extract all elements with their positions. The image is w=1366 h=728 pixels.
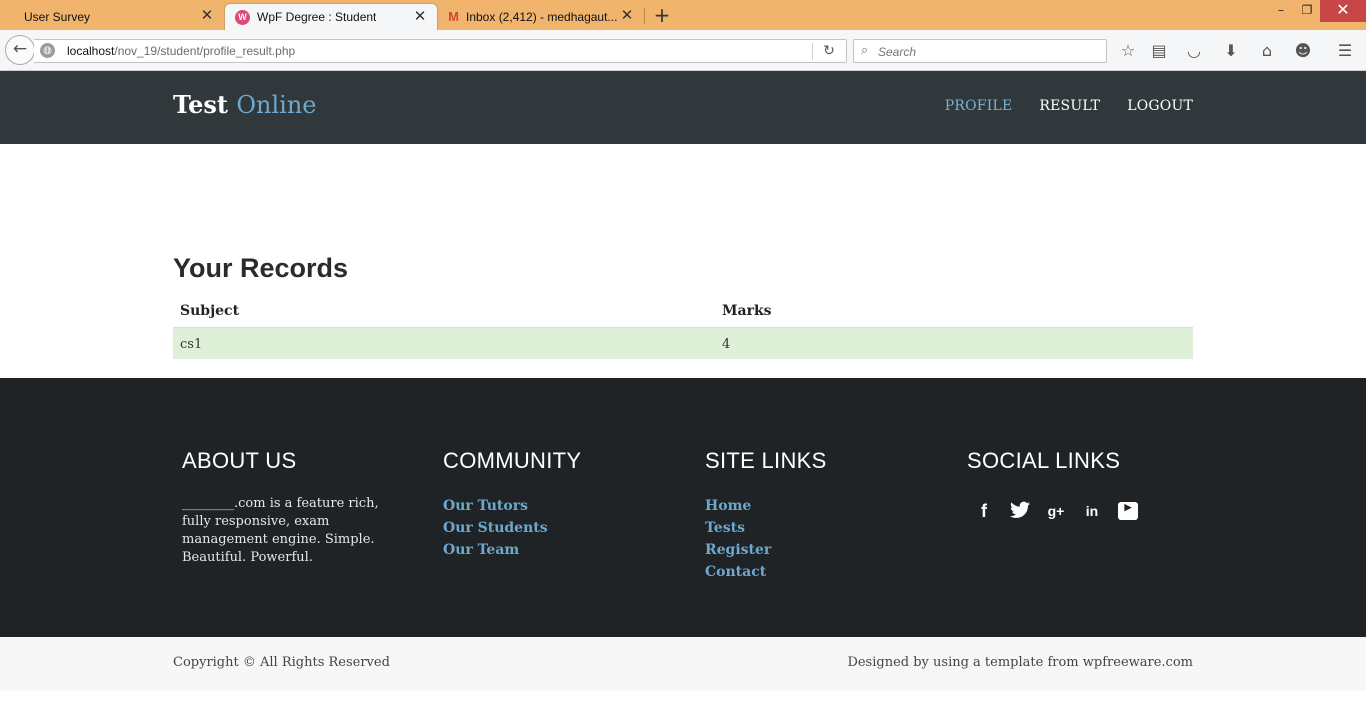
footer-site-links: SITE LINKS Home Tests Register Contact (705, 448, 945, 583)
minimize-icon[interactable]: – (1268, 0, 1294, 22)
list-item: Our Tutors (443, 495, 683, 517)
bookmark-star-icon[interactable]: ☆ (1116, 39, 1140, 63)
close-tab-icon[interactable]: ✕ (620, 8, 634, 23)
browser-tab-wpf-degree[interactable]: W WpF Degree : Student ✕ (224, 3, 438, 30)
site-links-list: Home Tests Register Contact (705, 495, 945, 583)
url-bar[interactable]: ◍ localhost/nov_19/student/profile_resul… (34, 39, 847, 63)
window-close-icon[interactable]: ✕ (1320, 0, 1366, 22)
footer-community: COMMUNITY Our Tutors Our Students Our Te… (443, 448, 683, 561)
google-plus-icon[interactable]: g+ (1046, 501, 1066, 521)
browser-tab-user-survey[interactable]: User Survey ✕ (0, 3, 224, 30)
restore-icon[interactable]: ❐ (1294, 0, 1320, 22)
link-our-team[interactable]: Our Team (443, 542, 519, 558)
footer-about: ABOUT US ________.com is a feature rich,… (182, 448, 422, 567)
tab-title: Inbox (2,412) - medhagaut... (466, 9, 618, 24)
pocket-icon[interactable]: ◡ (1182, 39, 1206, 63)
site-links-heading: SITE LINKS (705, 448, 827, 473)
close-tab-icon[interactable]: ✕ (413, 9, 427, 24)
search-icon: ⌕ (861, 43, 869, 58)
chat-icon[interactable]: ☻ (1291, 39, 1315, 63)
brand-first: Test (173, 90, 228, 119)
new-tab-button[interactable]: + (650, 5, 674, 27)
browser-tab-bar: User Survey ✕ W WpF Degree : Student ✕ M… (0, 0, 1366, 30)
records-table: Subject Marks cs1 4 (173, 295, 1193, 359)
column-header-subject: Subject (173, 295, 715, 328)
nav-profile[interactable]: PROFILE (945, 98, 1013, 114)
browser-nav-bar: ← ◍ localhost/nov_19/student/profile_res… (0, 30, 1366, 71)
link-tests[interactable]: Tests (705, 520, 745, 536)
list-item: Our Students (443, 517, 683, 539)
list-item: Contact (705, 561, 945, 583)
url-divider (812, 43, 813, 60)
about-heading: ABOUT US (182, 448, 297, 473)
main-nav: PROFILE RESULT LOGOUT (945, 98, 1193, 114)
brand-second: Online (236, 91, 317, 119)
gmail-favicon-icon: M (448, 9, 459, 24)
community-links: Our Tutors Our Students Our Team (443, 495, 683, 561)
footer-social: SOCIAL LINKS f g+ in ▶ (967, 448, 1207, 521)
close-tab-icon[interactable]: ✕ (200, 8, 214, 23)
link-register[interactable]: Register (705, 542, 771, 558)
search-bar[interactable]: ⌕ (853, 39, 1107, 63)
link-contact[interactable]: Contact (705, 564, 766, 580)
social-heading: SOCIAL LINKS (967, 448, 1121, 473)
back-button[interactable]: ← (5, 35, 35, 65)
url-host: localhost (67, 44, 115, 58)
site-footer: ABOUT US ________.com is a feature rich,… (0, 378, 1366, 637)
site-header: Test Online PROFILE RESULT LOGOUT (0, 71, 1366, 144)
table-header-row: Subject Marks (173, 295, 1193, 328)
list-item: Our Team (443, 539, 683, 561)
home-icon[interactable]: ⌂ (1255, 39, 1279, 63)
url-text[interactable]: localhost/nov_19/student/profile_result.… (67, 44, 295, 58)
list-item: Tests (705, 517, 945, 539)
cell-marks: 4 (715, 327, 1193, 359)
column-header-marks: Marks (715, 295, 1193, 328)
designed-by-text: Designed by using a template from wpfree… (847, 655, 1193, 670)
community-heading: COMMUNITY (443, 448, 582, 473)
social-icons: f g+ in ▶ (967, 501, 1207, 521)
youtube-icon[interactable]: ▶ (1118, 502, 1138, 520)
twitter-icon[interactable] (1010, 501, 1030, 521)
link-home[interactable]: Home (705, 498, 751, 514)
tab-separator (644, 8, 645, 24)
site-logo[interactable]: Test Online (173, 90, 317, 119)
nav-logout[interactable]: LOGOUT (1127, 98, 1193, 114)
cell-subject: cs1 (173, 327, 715, 359)
tab-title: User Survey (24, 9, 91, 24)
link-our-students[interactable]: Our Students (443, 520, 548, 536)
table-row: cs1 4 (173, 327, 1193, 359)
list-item: Register (705, 539, 945, 561)
nav-result[interactable]: RESULT (1039, 98, 1100, 114)
window-controls: – ❐ ✕ (1268, 0, 1366, 24)
url-path: /nov_19/student/profile_result.php (114, 44, 296, 58)
link-our-tutors[interactable]: Our Tutors (443, 498, 528, 514)
copyright-bar: Copyright © All Rights Reserved Designed… (0, 637, 1366, 691)
tab-title: WpF Degree : Student (257, 10, 377, 24)
about-text: ________.com is a feature rich, fully re… (182, 496, 379, 565)
list-item: Home (705, 495, 945, 517)
wpf-favicon-icon: W (235, 10, 250, 25)
globe-icon[interactable]: ◍ (40, 43, 55, 58)
page-title: Your Records (173, 253, 349, 283)
back-icon: ← (12, 39, 28, 59)
linkedin-icon[interactable]: in (1082, 501, 1102, 521)
facebook-icon[interactable]: f (974, 501, 994, 521)
menu-icon[interactable]: ☰ (1333, 39, 1357, 63)
copyright-text: Copyright © All Rights Reserved (173, 655, 390, 670)
reading-list-icon[interactable]: ▤ (1147, 39, 1171, 63)
download-icon[interactable]: ⬇ (1219, 39, 1243, 63)
browser-tab-inbox[interactable]: M Inbox (2,412) - medhagaut... ✕ (438, 3, 644, 30)
search-input[interactable] (878, 43, 1098, 60)
reload-icon[interactable]: ↻ (820, 42, 838, 60)
